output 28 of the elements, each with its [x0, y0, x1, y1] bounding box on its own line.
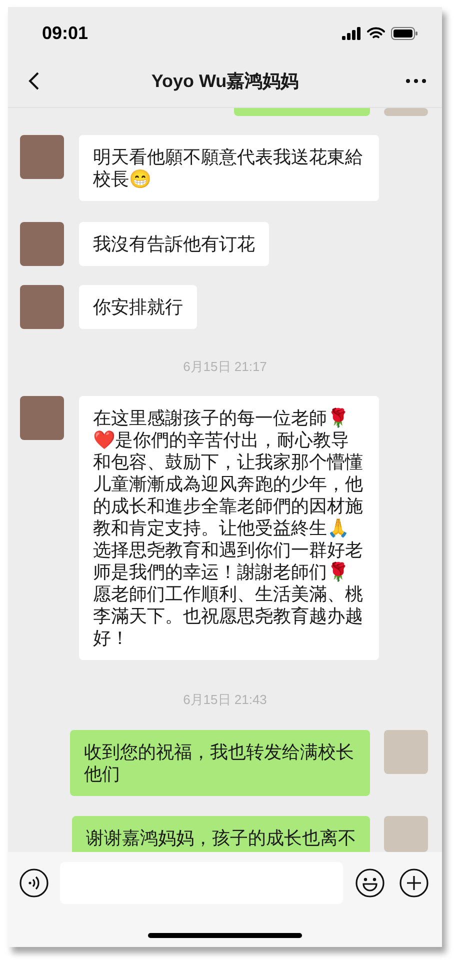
plus-icon	[399, 868, 429, 898]
battery-icon	[391, 26, 418, 40]
avatar-placeholder	[20, 396, 64, 440]
message-text: 谢谢嘉鸿妈妈，孩子的成长也离不	[86, 827, 356, 849]
emoji-button[interactable]	[355, 868, 385, 898]
more-icon	[406, 79, 426, 83]
voice-icon	[19, 868, 49, 898]
avatar-placeholder	[20, 222, 64, 266]
timestamp: 6月15日 21:43	[183, 692, 267, 708]
timestamp: 6月15日 21:17	[183, 359, 267, 375]
smiley-icon	[355, 868, 385, 898]
back-icon	[28, 71, 40, 91]
message-text: 收到您的祝福，我也转发给满校长他们	[84, 741, 355, 785]
avatar-placeholder	[20, 285, 64, 329]
avatar-placeholder	[384, 816, 428, 852]
wifi-icon	[367, 26, 385, 40]
add-button[interactable]	[399, 868, 429, 898]
avatar-placeholder	[384, 108, 428, 116]
message-text: 你安排就行	[93, 296, 183, 318]
avatar-placeholder	[384, 730, 428, 774]
status-time: 09:01	[42, 22, 88, 44]
avatar-placeholder	[20, 135, 64, 179]
message-text: 明天看他願不願意代表我送花東給校長😁	[93, 146, 364, 190]
message-text: 我沒有告訴他有订花	[93, 233, 255, 255]
signal-icon	[342, 26, 361, 40]
voice-button[interactable]	[19, 868, 49, 898]
message-text: 在这里感謝孩子的每一位老師🌹❤是你們的辛苦付出，耐心教导和包容、鼓励下，让我家那个懵懂儿童漸漸成為迎风奔跑的少年，他的成长和進步全靠老師們的因材施教和肯定支持。让他受益終生🙏选择思尧教育和遇到你们一群好老师是我們的幸运！謝謝老師们🌹愿老師们工作順利、生活美滿、桃李滿天下。也祝愿思尧教育越办越好！	[93, 407, 364, 649]
chat-title: Yoyo Wu嘉鸿妈妈	[151, 70, 299, 93]
